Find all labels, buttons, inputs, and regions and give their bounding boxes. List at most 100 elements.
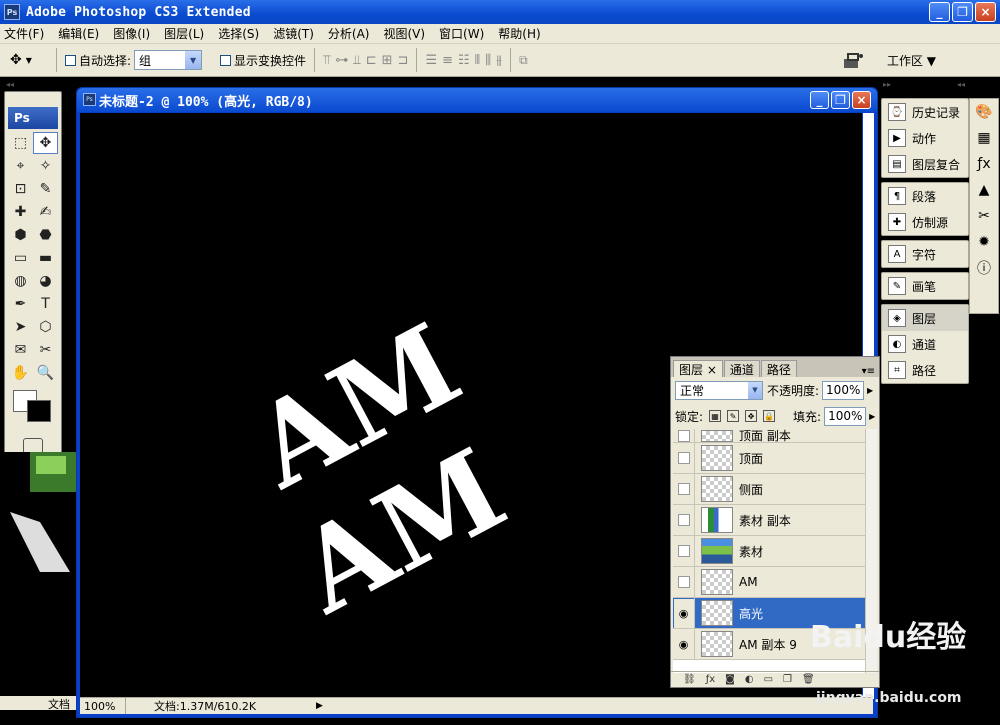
menu-analysis[interactable]: 分析(A) (328, 25, 370, 42)
dock-character[interactable]: A 字符 (882, 241, 968, 267)
tab-paths[interactable]: 路径 (760, 360, 797, 377)
layer-row[interactable]: 顶面 副本 (673, 429, 865, 443)
brush-tool-icon[interactable]: ✍ (33, 201, 58, 223)
eyedropper-tool-icon[interactable]: ✎ (33, 178, 58, 200)
menu-file[interactable]: 文件(F) (4, 25, 44, 42)
align-hcenter-icon[interactable]: ⊞ (382, 53, 393, 68)
notes-tool-icon[interactable]: ✉ (8, 339, 33, 361)
history-brush-tool-icon[interactable]: ⬣ (33, 224, 58, 246)
info-icon[interactable]: ⓘ (970, 255, 998, 281)
key-icon[interactable] (842, 52, 864, 70)
menu-view[interactable]: 视图(V) (383, 25, 425, 42)
distribute-hcenter-icon[interactable]: ⫼ (485, 53, 491, 68)
visibility-toggle[interactable] (673, 566, 695, 598)
move-tool-preset[interactable]: ✥ ▼ (10, 48, 48, 72)
measurement-icon[interactable]: ✹ (970, 229, 998, 255)
swatches-icon[interactable]: ▦ (970, 125, 998, 151)
layer-style-icon[interactable]: ƒx (706, 674, 715, 685)
doc-close-button[interactable]: × (852, 91, 871, 109)
lasso-tool-icon[interactable]: ⌖ (8, 155, 33, 177)
align-right-icon[interactable]: ⊐ (398, 53, 409, 68)
workspace-button[interactable]: 工作区 ▼ (887, 52, 936, 69)
link-layers-icon[interactable]: ⛓ (683, 674, 696, 685)
visibility-toggle[interactable] (673, 442, 695, 474)
blend-mode-dropdown[interactable]: 正常 ▼ (675, 380, 763, 400)
visibility-toggle[interactable] (673, 429, 695, 442)
auto-align-icon[interactable]: ⧉ (519, 53, 528, 68)
navigator-icon[interactable]: 🎨 (970, 99, 998, 125)
lock-transparency-icon[interactable]: ▦ (709, 410, 722, 422)
type-tool-icon[interactable]: T (33, 293, 58, 315)
menu-help[interactable]: 帮助(H) (498, 25, 540, 42)
dock-layers[interactable]: ◈ 图层 (882, 305, 968, 331)
tool-presets-icon[interactable]: ✂ (970, 203, 998, 229)
align-bottom-icon[interactable]: ⫫ (353, 53, 360, 68)
dock-clone-source[interactable]: ✚ 仿制源 (882, 209, 968, 235)
distribute-right-icon[interactable]: ⫵ (496, 53, 502, 68)
dock-paths[interactable]: ⌗ 路径 (882, 357, 968, 383)
eyedropper2-tool-icon[interactable]: ✂ (33, 339, 58, 361)
minimize-button[interactable]: _ (929, 2, 950, 22)
menu-select[interactable]: 选择(S) (218, 25, 259, 42)
menu-image[interactable]: 图像(I) (113, 25, 150, 42)
distribute-bottom-icon[interactable]: ☷ (458, 53, 470, 68)
visibility-toggle[interactable] (673, 535, 695, 567)
visibility-toggle[interactable]: ◉ (673, 597, 695, 629)
tab-layers[interactable]: 图层 × (673, 360, 723, 377)
pen-tool-icon[interactable]: ✒ (8, 293, 33, 315)
marquee-tool-icon[interactable]: ⬚ (8, 132, 33, 154)
lock-all-icon[interactable]: 🔒 (763, 410, 776, 422)
shape-tool-icon[interactable]: ⬡ (33, 316, 58, 338)
close-button[interactable]: × (975, 2, 996, 22)
background-color-swatch[interactable] (27, 400, 51, 422)
auto-select-checkbox[interactable]: 自动选择: (65, 52, 131, 69)
opacity-input[interactable]: 100% (822, 380, 865, 400)
dock-history[interactable]: ⌚ 历史记录 (882, 99, 968, 125)
checkbox-box[interactable] (65, 54, 76, 66)
distribute-left-icon[interactable]: ⫴ (475, 53, 480, 68)
visibility-toggle[interactable] (673, 504, 695, 536)
menu-layer[interactable]: 图层(L) (164, 25, 204, 42)
crop-tool-icon[interactable]: ⊡ (8, 178, 33, 200)
lock-paint-icon[interactable]: ✎ (727, 410, 740, 422)
auto-select-dropdown[interactable]: 组 ▼ (134, 50, 203, 70)
delete-layer-icon[interactable]: 🗑 (802, 674, 815, 685)
tab-channels[interactable]: 通道 (723, 360, 760, 377)
restore-button[interactable]: ❐ (952, 2, 973, 22)
menu-edit[interactable]: 编辑(E) (58, 25, 99, 42)
distribute-vcenter-icon[interactable]: ≡ (442, 53, 453, 68)
dock-brushes[interactable]: ✎ 画笔 (882, 273, 968, 299)
document-titlebar[interactable]: Ps 未标题-2 @ 100% (高光, RGB/8) _ ❐ × (77, 88, 877, 112)
move-tool-icon[interactable]: ✥ (33, 132, 58, 154)
gradient-tool-icon[interactable]: ▬ (33, 247, 58, 269)
show-transform-checkbox[interactable]: 显示变换控件 (220, 52, 306, 69)
new-group-icon[interactable]: ▭ (764, 674, 773, 685)
doc-minimize-button[interactable]: _ (810, 91, 829, 109)
layer-row[interactable]: 素材 副本 (673, 504, 865, 536)
menu-window[interactable]: 窗口(W) (439, 25, 484, 42)
path-selection-tool-icon[interactable]: ➤ (8, 316, 33, 338)
blur-tool-icon[interactable]: ◍ (8, 270, 33, 292)
fill-slider-icon[interactable]: ▶ (869, 412, 875, 421)
hand-tool-icon[interactable]: ✋ (8, 362, 33, 384)
align-top-icon[interactable]: ⫪ (323, 53, 330, 68)
collapse-strip-arrows[interactable]: ◂◂ (957, 80, 965, 92)
healing-brush-tool-icon[interactable]: ✚ (8, 201, 33, 223)
dock-layer-comps[interactable]: ▤ 图层复合 (882, 151, 968, 177)
styles-icon[interactable]: ƒx (970, 151, 998, 177)
histogram-icon[interactable]: ▲ (970, 177, 998, 203)
new-layer-icon[interactable]: ❐ (783, 674, 792, 685)
menu-filter[interactable]: 滤镜(T) (273, 25, 314, 42)
dock-paragraph[interactable]: ¶ 段落 (882, 183, 968, 209)
visibility-toggle[interactable] (673, 473, 695, 505)
dock-channels[interactable]: ◐ 通道 (882, 331, 968, 357)
distribute-top-icon[interactable]: ☰ (425, 53, 437, 68)
layer-mask-icon[interactable]: ◙ (725, 674, 735, 685)
adjustment-layer-icon[interactable]: ◐ (745, 674, 754, 685)
dock-actions[interactable]: ▶ 动作 (882, 125, 968, 151)
layer-row[interactable]: 侧面 (673, 473, 865, 505)
layer-row[interactable]: 顶面 (673, 442, 865, 474)
opacity-slider-icon[interactable]: ▶ (867, 386, 873, 395)
collapse-dock-arrows[interactable]: ▸▸ (883, 80, 891, 92)
visibility-toggle[interactable]: ◉ (673, 628, 695, 660)
